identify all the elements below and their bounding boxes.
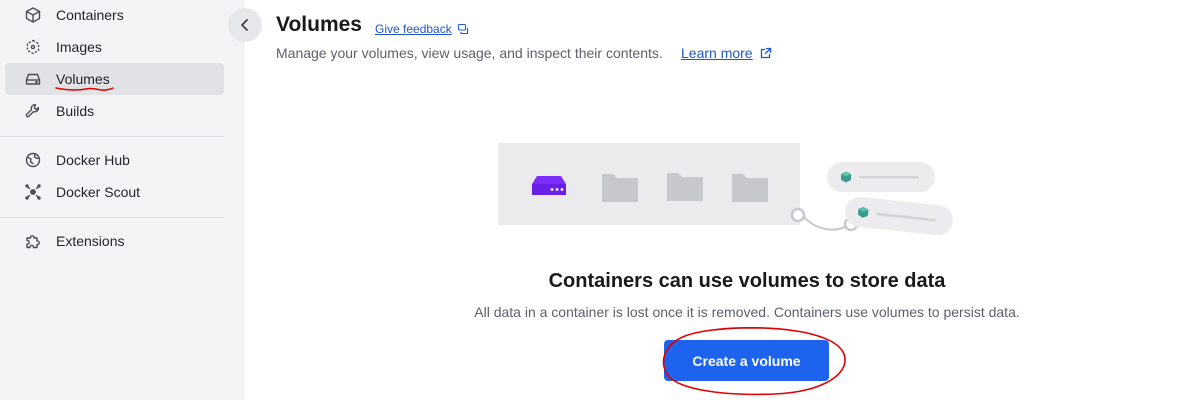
sidebar-item-label: Docker Hub: [56, 152, 130, 168]
page-subtitle: Manage your volumes, view usage, and ins…: [276, 45, 663, 61]
sidebar: Containers Images Volumes Builds Docker …: [0, 0, 244, 400]
volumes-empty-illustration: [498, 143, 953, 236]
page-title: Volumes: [276, 13, 362, 36]
sidebar-item-label: Containers: [56, 7, 124, 23]
collapse-sidebar-button[interactable]: [228, 8, 262, 42]
wrench-icon: [24, 102, 42, 120]
sidebar-divider: [0, 217, 224, 218]
cube-icon: [24, 6, 42, 24]
sidebar-item-extensions[interactable]: Extensions: [5, 225, 224, 257]
sidebar-item-label: Docker Scout: [56, 184, 141, 200]
sidebar-item-images[interactable]: Images: [5, 31, 224, 63]
sidebar-item-volumes[interactable]: Volumes: [5, 63, 224, 95]
docker-scout-icon: [24, 183, 42, 201]
sidebar-item-docker-hub[interactable]: Docker Hub: [5, 144, 224, 176]
sidebar-item-containers[interactable]: Containers: [5, 0, 224, 31]
sidebar-item-docker-scout[interactable]: Docker Scout: [5, 176, 224, 208]
docker-desktop-window: Containers Images Volumes Builds Docker …: [0, 0, 1188, 400]
container-card: [845, 197, 953, 236]
sidebar-item-builds[interactable]: Builds: [5, 95, 224, 127]
volume-drive-illustration-icon: [532, 176, 566, 195]
external-link-icon[interactable]: [759, 47, 772, 60]
create-volume-button[interactable]: Create a volume: [664, 340, 829, 381]
sidebar-divider: [0, 136, 224, 137]
puzzle-icon: [24, 232, 42, 250]
learn-more-link[interactable]: Learn more: [681, 45, 753, 61]
empty-state-description: All data in a container is lost once it …: [474, 304, 1020, 320]
sidebar-item-label: Extensions: [56, 233, 125, 249]
chevron-left-icon: [241, 19, 248, 31]
sidebar-item-label: Images: [56, 39, 102, 55]
give-feedback-link[interactable]: Give feedback: [375, 22, 452, 36]
empty-state-title: Containers can use volumes to store data: [548, 270, 946, 292]
sidebar-item-label: Builds: [56, 103, 95, 119]
images-icon: [24, 38, 42, 56]
volume-drive-icon: [24, 70, 42, 88]
docker-hub-icon: [24, 151, 42, 169]
feedback-icon[interactable]: [457, 23, 469, 35]
sidebar-item-label: Volumes: [56, 71, 110, 87]
